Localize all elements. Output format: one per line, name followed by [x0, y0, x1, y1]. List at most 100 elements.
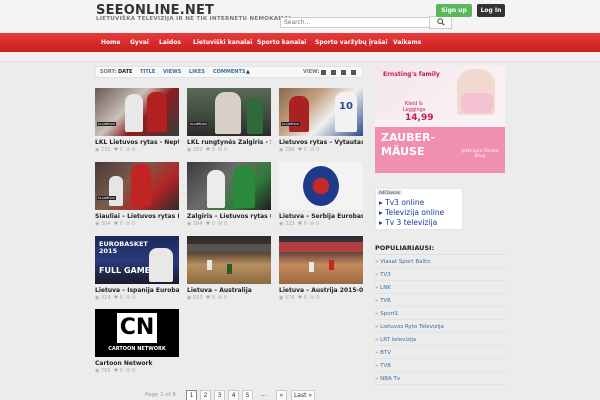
eye-icon: ◉ [279, 221, 284, 227]
login-button[interactable]: Log In [477, 4, 505, 17]
popular-item[interactable]: » LRT televizija [375, 334, 505, 346]
ad-link-tv3-televizija[interactable]: ▸ Tv 3 televizija [379, 218, 437, 227]
video-meta: ◉ 231 ♥ 0 ✉ 0 [95, 147, 135, 153]
ad-headline2: MÄUSE [381, 145, 425, 158]
popular-item[interactable]: » TV8 [375, 360, 505, 372]
heart-icon: ♥ [113, 147, 119, 153]
nav-item-sporto-varzybu-irasai[interactable]: Sporto varžybų įrašai [315, 33, 388, 52]
views-count: 576 [284, 295, 295, 301]
ad-link-televizija-online[interactable]: ▸ Televizija online [379, 208, 444, 217]
sidebar-banner-ad[interactable]: Ernsting's family Kleid & Leggings 14,99… [375, 65, 505, 173]
heart-icon: ♥ [113, 295, 119, 301]
video-title[interactable]: Lietuvos rytas – Vytautas [279, 139, 363, 146]
video-thumbnail[interactable]: 10 KLAIPĖDOS [279, 88, 363, 136]
video-title[interactable]: Lietuva – Austrija 2015-08... [279, 287, 363, 294]
eurobasket-line2: 2015 [99, 247, 118, 255]
video-title[interactable]: Cartoon Network [95, 360, 179, 367]
thumb-tag: KLAIPĖDOS [97, 122, 116, 126]
view-grid-large-icon[interactable] [351, 70, 356, 75]
video-thumbnail[interactable] [187, 162, 271, 210]
video-title[interactable]: Lietuva – Serbija Eurobask... [279, 213, 363, 220]
search-button[interactable] [429, 16, 452, 29]
video-title[interactable]: LKL rungtynės Žalgiris - Ši... [187, 139, 271, 146]
video-thumbnail[interactable]: KLAIPĖDOS [95, 88, 179, 136]
comment-icon: ✉ [218, 295, 223, 301]
comment-icon: ✉ [126, 368, 131, 374]
video-thumbnail[interactable] [279, 162, 363, 210]
video-thumbnail[interactable]: KLAIPĖDOS [187, 88, 271, 136]
popular-item[interactable]: » Sport1 [375, 308, 505, 320]
views-count: 314 [100, 295, 111, 301]
video-title[interactable]: Žalgiris – Lietuvos rytas (2... [187, 213, 271, 220]
nav-item-laidos[interactable]: Laidos [159, 33, 181, 52]
sort-comments[interactable]: COMMENTS [213, 69, 245, 75]
video-meta: ◉ 296 ♥ 0 ✉ 0 [279, 147, 319, 153]
video-meta: ◉ 576 ♥ 0 ✉ 0 [279, 295, 319, 301]
nav-item-home[interactable]: Home [101, 33, 120, 52]
signup-button[interactable]: Sign up [436, 4, 472, 17]
sort-bar: SORT: DATE TITLE VIEWS LIKES COMMENTS ▲ … [95, 66, 363, 78]
view-list-icon[interactable] [321, 70, 326, 75]
video-thumbnail[interactable]: KLAIPĖDOS [95, 162, 179, 210]
video-thumbnail[interactable] [187, 236, 271, 284]
popular-item[interactable]: » TV3 [375, 269, 505, 281]
video-thumbnail[interactable] [279, 236, 363, 284]
popular-item[interactable]: » LNK [375, 282, 505, 294]
video-title[interactable]: LKL Lietuvos rytas - Nept... [95, 139, 179, 146]
thumb-tag: KLAIPĖDOS [189, 122, 208, 126]
next-page-button[interactable]: » [276, 390, 287, 400]
page-5-button[interactable]: 5 [242, 390, 253, 400]
video-title[interactable]: Lietuva – Ispanija Eurobas... [95, 287, 179, 294]
nav-item-sporto-kanalai[interactable]: Sporto kanalai [257, 33, 306, 52]
eurobasket-line3: FULL GAME [99, 266, 151, 275]
heart-icon: ♥ [297, 221, 303, 227]
adchoices-label[interactable]: AdChoices [377, 190, 402, 195]
last-page-button[interactable]: Last » [291, 390, 315, 400]
video-thumbnail[interactable]: CN CARTOON NETWORK [95, 309, 179, 357]
views-count: 304 [100, 221, 111, 227]
popular-item[interactable]: » Lietuvos Ryto Televizija [375, 321, 505, 333]
popular-item[interactable]: » TV6 [375, 295, 505, 307]
nav-item-gyvai[interactable]: Gyvai [130, 33, 149, 52]
comments-count: 0 [131, 221, 136, 227]
comment-icon: ✉ [310, 295, 315, 301]
likes-count: 0 [303, 147, 307, 153]
video-thumbnail[interactable]: EUROBASKET 2015 FULL GAME [95, 236, 179, 284]
search-input[interactable] [280, 17, 430, 28]
sort-date[interactable]: DATE [118, 69, 132, 75]
popular-item[interactable]: » Viasat Sport Baltic [375, 256, 505, 268]
popular-item[interactable]: » BTV [375, 347, 505, 359]
ad-link-tv3-online[interactable]: ▸ Tv3 online [379, 198, 424, 207]
video-title[interactable]: Šiauliai – Lietuvos rytas (2... [95, 213, 179, 220]
page-2-button[interactable]: 2 [200, 390, 211, 400]
likes-count: 0 [211, 221, 215, 227]
sort-likes[interactable]: LIKES [189, 69, 205, 75]
sort-title[interactable]: TITLE [140, 69, 155, 75]
page-4-button[interactable]: 4 [228, 390, 239, 400]
views-count: 231 [100, 147, 111, 153]
page-3-button[interactable]: 3 [214, 390, 225, 400]
likes-count: 0 [303, 221, 307, 227]
eye-icon: ◉ [95, 221, 100, 227]
nav-item-lietuviski-kanalai[interactable]: Lietuviški kanalai [193, 33, 252, 52]
heart-icon: ♥ [113, 221, 119, 227]
nav-item-vaikams[interactable]: Vaikams [393, 33, 421, 52]
main-nav: Home Gyvai Laidos Lietuviški kanalai Spo… [0, 33, 600, 52]
comments-count: 0 [315, 221, 320, 227]
ad-price: 14,99 [405, 113, 434, 123]
views-count: 296 [284, 147, 295, 153]
comment-icon: ✉ [218, 147, 223, 153]
comment-icon: ✉ [126, 147, 131, 153]
sort-arrow-icon[interactable]: ▲ [246, 69, 250, 75]
page-1-button[interactable]: 1 [186, 390, 197, 400]
ad-cta[interactable]: Jetzt zum Online Shop [459, 149, 501, 159]
view-grid-icon[interactable] [341, 70, 346, 75]
ad-brand: Ernsting's family [383, 71, 440, 78]
comments-count: 0 [131, 295, 136, 301]
heart-icon: ♥ [297, 147, 303, 153]
video-title[interactable]: Lietuva – Australija [187, 287, 271, 294]
popular-item[interactable]: » NBA Tv [375, 373, 505, 385]
likes-count: 0 [119, 147, 123, 153]
sort-views[interactable]: VIEWS [163, 69, 181, 75]
view-grid-small-icon[interactable] [331, 70, 336, 75]
